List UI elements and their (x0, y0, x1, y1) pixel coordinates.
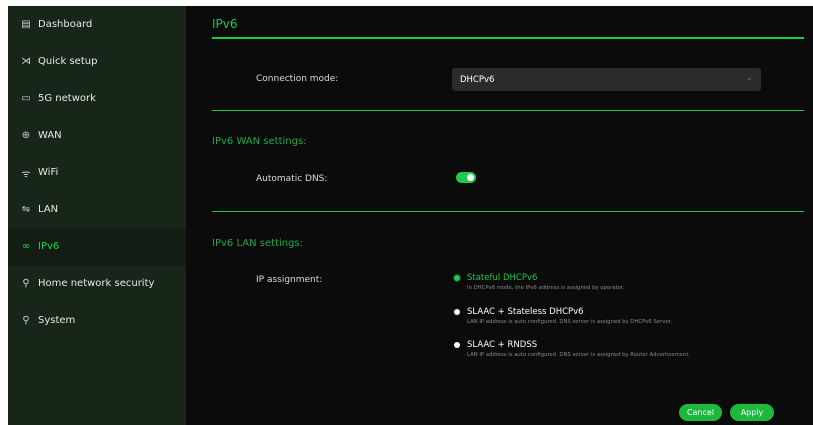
apply-button[interactable]: Apply (730, 404, 774, 421)
sidebar-item-ipv6[interactable]: ∞ IPv6 (8, 228, 186, 265)
option-description: In DHCPv6 mode, the IPv6 address is assi… (467, 285, 625, 291)
sidebar-item-label: LAN (38, 204, 59, 215)
dashboard-icon: ▤ (21, 19, 31, 30)
sidebar-item-dashboard[interactable]: ▤ Dashboard (8, 6, 186, 43)
sidebar-item-label: 5G network (38, 93, 96, 104)
sidebar-item-5g-network[interactable]: ▭ 5G network (8, 80, 186, 117)
sidebar-item-label: WiFi (38, 167, 59, 178)
option-title: SLAAC + RNDSS (467, 340, 538, 350)
sidebar-item-label: IPv6 (38, 241, 60, 252)
section-divider (212, 110, 804, 111)
toggle-knob (467, 174, 474, 181)
title-divider (212, 37, 804, 39)
wan-section-heading: IPv6 WAN settings: (212, 136, 307, 147)
option-description: LAN IP address is auto configured. DNS s… (467, 319, 673, 325)
quick-setup-icon: ⋊ (21, 56, 31, 67)
section-divider (212, 211, 804, 212)
sidebar-item-label: System (38, 315, 76, 326)
cancel-button[interactable]: Cancel (679, 404, 722, 421)
lan-section-heading: IPv6 LAN settings: (212, 238, 303, 249)
globe-icon: ⊕ (21, 130, 31, 141)
option-description: LAN IP address is auto configured. DNS s… (467, 352, 691, 358)
radio-dot (454, 342, 460, 348)
main-panel: IPv6 Connection mode: DHCPv6 ⌄ IPv6 WAN … (186, 6, 813, 425)
page-title: IPv6 (212, 17, 238, 31)
wifi-icon: ᯤ (21, 168, 31, 180)
sidebar-item-wifi[interactable]: ᯤ WiFi (8, 154, 186, 191)
sidebar-item-label: Dashboard (38, 19, 93, 30)
sidebar-item-system[interactable]: ⚲ System (8, 302, 186, 339)
sidebar-item-wan[interactable]: ⊕ WAN (8, 117, 186, 154)
radio-dot (454, 275, 460, 281)
sidebar-item-label: Home network security (38, 278, 155, 289)
sidebar-item-lan[interactable]: ⇋ LAN (8, 191, 186, 228)
ipv6-icon: ∞ (21, 241, 31, 252)
lan-icon: ⇋ (21, 204, 31, 215)
sidebar-item-label: Quick setup (38, 56, 98, 67)
connection-mode-label: Connection mode: (256, 74, 339, 84)
automatic-dns-label: Automatic DNS: (256, 174, 328, 184)
security-icon: ⚲ (22, 278, 30, 289)
option-title: SLAAC + Stateless DHCPv6 (467, 307, 584, 317)
sidebar-item-quick-setup[interactable]: ⋊ Quick setup (8, 43, 186, 80)
automatic-dns-toggle[interactable] (456, 172, 476, 183)
chevron-down-icon: ⌄ (746, 73, 753, 82)
connection-mode-select[interactable]: DHCPv6 ⌄ (452, 68, 761, 91)
connection-mode-value: DHCPv6 (460, 74, 495, 85)
sidebar-item-home-network-security[interactable]: ⚲ Home network security (8, 265, 186, 302)
radio-dot (454, 309, 460, 315)
ip-assignment-label: IP assignment: (256, 275, 323, 285)
option-title: Stateful DHCPv6 (467, 273, 538, 283)
sidebar-item-label: WAN (38, 130, 62, 141)
sidebar: ▤ Dashboard ⋊ Quick setup ▭ 5G network ⊕… (8, 6, 186, 425)
sim-card-icon: ▭ (21, 93, 31, 104)
system-icon: ⚲ (22, 315, 30, 326)
router-admin-window: ▤ Dashboard ⋊ Quick setup ▭ 5G network ⊕… (8, 6, 813, 425)
